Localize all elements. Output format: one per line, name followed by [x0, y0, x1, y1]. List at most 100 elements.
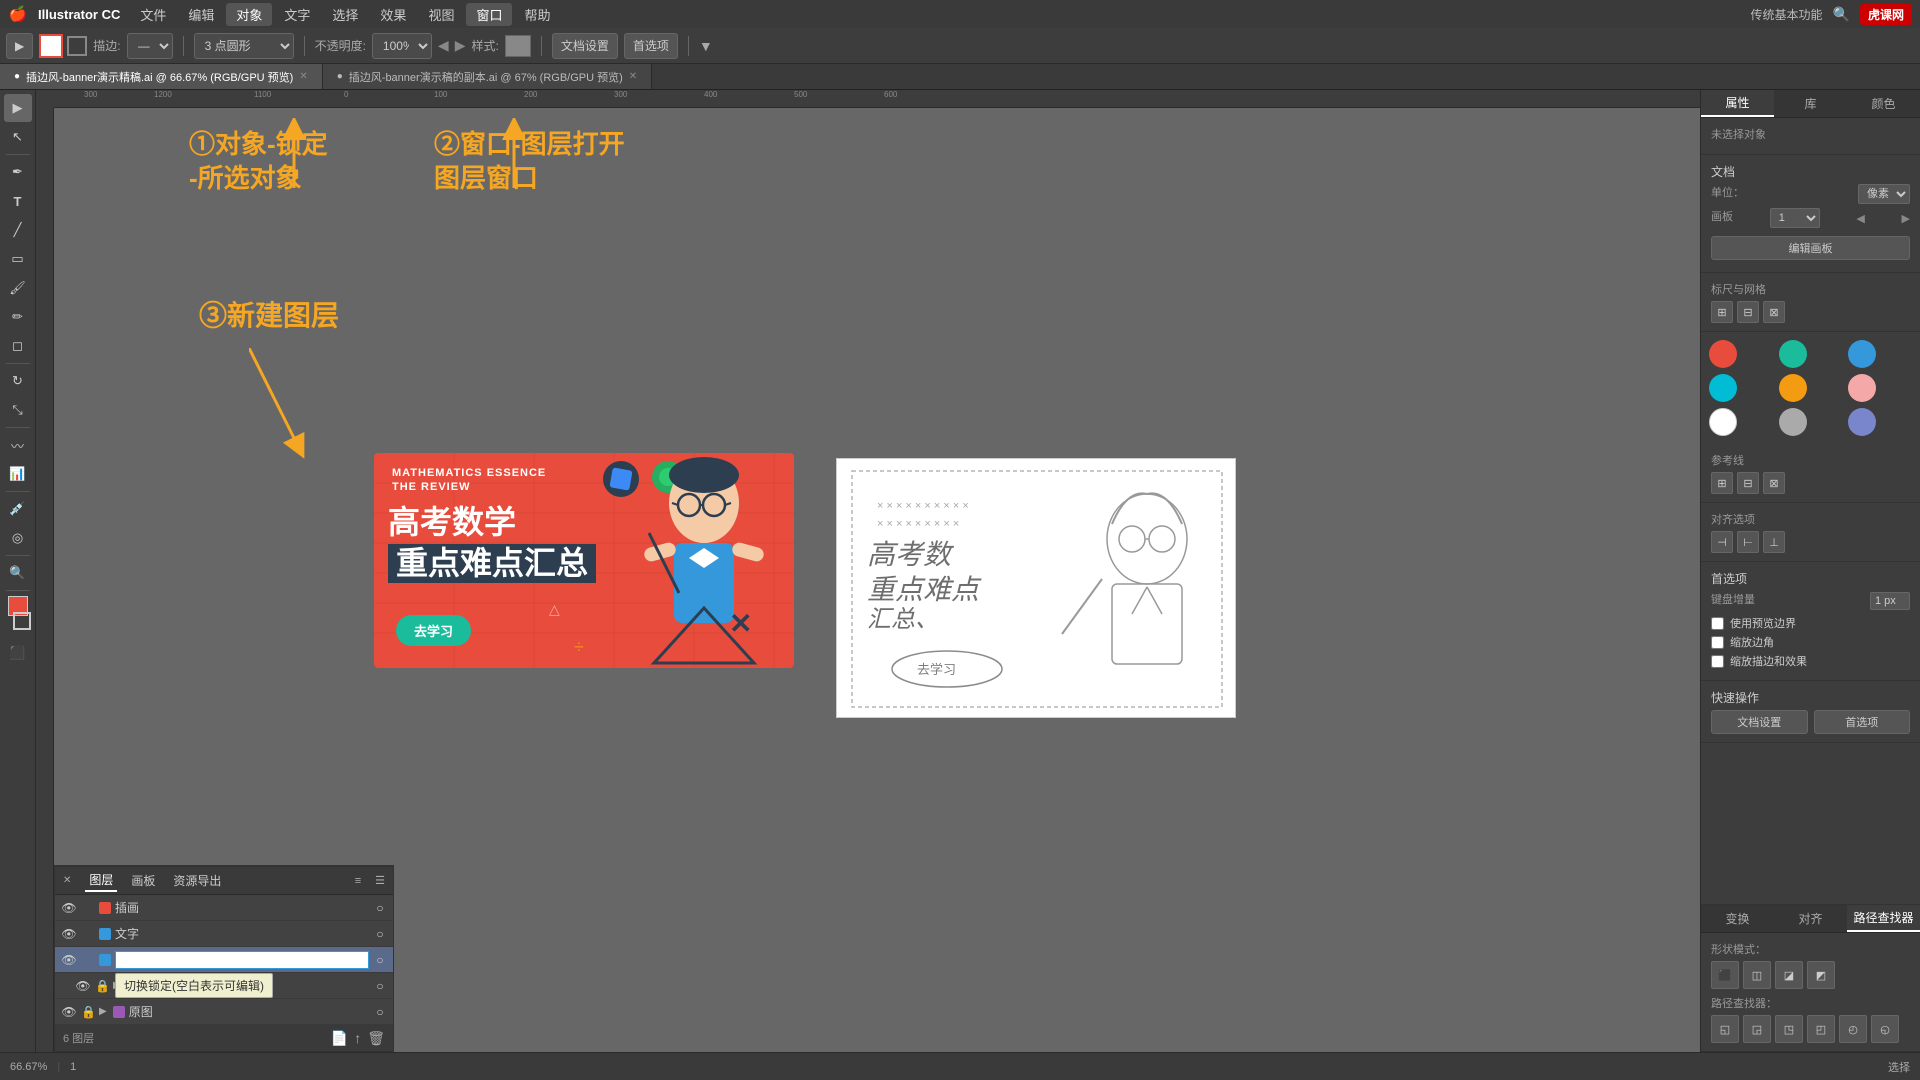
rpanel-guide-icon1[interactable]: ⊞: [1711, 472, 1733, 494]
swatch-white[interactable]: [1709, 408, 1737, 436]
style-preview[interactable]: [505, 35, 531, 57]
layer-name-input[interactable]: [115, 951, 369, 969]
stroke-select[interactable]: —: [127, 33, 173, 59]
eyedropper-tool[interactable]: 💉: [4, 495, 32, 523]
rpanel-corner-check[interactable]: [1711, 636, 1724, 649]
menu-select[interactable]: 选择: [322, 3, 368, 26]
layer-eye-illustration[interactable]: 👁: [61, 901, 77, 915]
tab-1-close[interactable]: ✕: [299, 71, 307, 82]
rpanel-shape-intersect[interactable]: ◪: [1775, 961, 1803, 989]
opacity-arrow-left[interactable]: ◀: [438, 37, 449, 54]
rpanel-pf-6[interactable]: ◵: [1871, 1015, 1899, 1043]
canvas-content[interactable]: ①对象-锁定 -所选对象 ②窗口-图层打开 图层窗口: [54, 108, 1700, 1052]
eraser-tool[interactable]: ◻: [4, 332, 32, 360]
blend-tool[interactable]: ◎: [4, 524, 32, 552]
rpanel-guide-icon3[interactable]: ⊠: [1763, 472, 1785, 494]
preferences-btn[interactable]: 首选项: [624, 33, 678, 59]
selection-tool-btn[interactable]: ▶: [6, 33, 33, 59]
rpanel-grid-icon3[interactable]: ⊠: [1763, 301, 1785, 323]
swatch-red[interactable]: [1709, 340, 1737, 368]
panel-expand-icon[interactable]: ≡: [355, 875, 361, 887]
fill-color[interactable]: [39, 34, 63, 58]
menu-view[interactable]: 视图: [418, 3, 464, 26]
rpanel-pf-4[interactable]: ◰: [1807, 1015, 1835, 1043]
layer-eye-text[interactable]: 👁: [61, 927, 77, 941]
rpanel-align-left[interactable]: ⊣: [1711, 531, 1733, 553]
swatch-blue[interactable]: [1848, 340, 1876, 368]
layer-name-text[interactable]: 文字: [115, 925, 369, 942]
rpanel-grid-icon1[interactable]: ⊞: [1711, 301, 1733, 323]
doc-settings-btn[interactable]: 文档设置: [552, 33, 618, 59]
rpanel-quick-pref[interactable]: 首选项: [1814, 710, 1911, 734]
rpanel-tab-transform[interactable]: 变换: [1701, 905, 1774, 932]
rpanel-tab-pathfinder[interactable]: 路径查找器: [1847, 905, 1920, 932]
swatch-orange[interactable]: [1779, 374, 1807, 402]
opacity-arrow-right[interactable]: ▶: [455, 37, 466, 54]
swatch-pink[interactable]: [1848, 374, 1876, 402]
rpanel-tab-properties[interactable]: 属性: [1701, 90, 1774, 117]
scale-tool[interactable]: ⤡: [4, 396, 32, 424]
stroke-color[interactable]: [67, 36, 87, 56]
apple-menu[interactable]: 🍎: [8, 5, 28, 23]
rpanel-shape-minus[interactable]: ◫: [1743, 961, 1771, 989]
layer-expand-original[interactable]: ▶: [99, 1006, 107, 1017]
rpanel-pf-1[interactable]: ◱: [1711, 1015, 1739, 1043]
pen-tool[interactable]: ✒: [4, 158, 32, 186]
rpanel-board-right[interactable]: ▶: [1902, 212, 1910, 225]
layer-eye-color[interactable]: 👁: [75, 979, 91, 993]
swatch-cyan[interactable]: [1709, 374, 1737, 402]
rpanel-tab-color[interactable]: 颜色: [1847, 90, 1920, 117]
graph-tool[interactable]: 📊: [4, 460, 32, 488]
swatch-gray[interactable]: [1779, 408, 1807, 436]
rpanel-tab-library[interactable]: 库: [1774, 90, 1847, 117]
rpanel-edit-template-btn[interactable]: 编辑画板: [1711, 236, 1910, 260]
type-tool[interactable]: T: [4, 187, 32, 215]
layer-move-btn[interactable]: ↑: [354, 1030, 361, 1046]
rpanel-board-left[interactable]: ◀: [1856, 212, 1864, 225]
rect-tool[interactable]: ▭: [4, 245, 32, 273]
rpanel-grid-icon2[interactable]: ⊟: [1737, 301, 1759, 323]
warp-tool[interactable]: 〰: [4, 431, 32, 459]
menu-text[interactable]: 文字: [274, 3, 320, 26]
canvas-area[interactable]: 300 1200 1100 0 100 200 300 400 500 600 …: [36, 90, 1700, 1052]
layer-eye-editing[interactable]: 👁: [61, 953, 77, 967]
rpanel-align-right[interactable]: ⊥: [1763, 531, 1785, 553]
rpanel-unit-select[interactable]: 像素: [1858, 184, 1910, 204]
direct-select-tool[interactable]: ↖: [4, 123, 32, 151]
rpanel-align-center[interactable]: ⊢: [1737, 531, 1759, 553]
rpanel-pf-5[interactable]: ◴: [1839, 1015, 1867, 1043]
opacity-select[interactable]: 100%: [372, 33, 432, 59]
swatch-teal[interactable]: [1779, 340, 1807, 368]
rpanel-guide-icon2[interactable]: ⊟: [1737, 472, 1759, 494]
layer-name-original[interactable]: 原图: [129, 1003, 369, 1020]
menu-object[interactable]: 对象: [226, 3, 272, 26]
menu-file[interactable]: 文件: [130, 3, 176, 26]
menu-effect[interactable]: 效果: [370, 3, 416, 26]
menu-edit[interactable]: 编辑: [178, 3, 224, 26]
rpanel-preview-check[interactable]: [1711, 617, 1724, 630]
rpanel-shape-unite[interactable]: ⬛: [1711, 961, 1739, 989]
rpanel-shape-exclude[interactable]: ◩: [1807, 961, 1835, 989]
tab-2-close[interactable]: ✕: [629, 71, 637, 82]
layer-trash-btn[interactable]: 🗑: [367, 1030, 385, 1047]
panel-close-btn[interactable]: ✕: [63, 875, 71, 886]
tab-1[interactable]: ● 插边风-banner演示精稿.ai @ 66.67% (RGB/GPU 预览…: [0, 64, 323, 89]
stroke-swatch[interactable]: [13, 612, 31, 630]
rpanel-board-select[interactable]: 1: [1770, 208, 1820, 228]
change-screen-mode[interactable]: ⬛: [4, 639, 32, 667]
shape-select[interactable]: 3 点圆形: [194, 33, 294, 59]
layer-lock-color[interactable]: 🔒: [95, 979, 109, 993]
rpanel-scale-check[interactable]: [1711, 655, 1724, 668]
layer-tab-boards[interactable]: 画板: [127, 870, 159, 891]
banner-btn[interactable]: 去学习: [396, 615, 471, 646]
rpanel-quick-doc[interactable]: 文档设置: [1711, 710, 1808, 734]
rpanel-pf-2[interactable]: ◲: [1743, 1015, 1771, 1043]
layer-name-illustration[interactable]: 插画: [115, 899, 369, 916]
layer-lock-original[interactable]: 🔒: [81, 1005, 95, 1019]
line-tool[interactable]: ╱: [4, 216, 32, 244]
menu-help[interactable]: 帮助: [514, 3, 560, 26]
rpanel-kb-input[interactable]: [1870, 592, 1910, 610]
layer-tab-layers[interactable]: 图层: [85, 869, 117, 892]
rpanel-pf-3[interactable]: ◳: [1775, 1015, 1803, 1043]
layer-eye-original[interactable]: 👁: [61, 1005, 77, 1019]
